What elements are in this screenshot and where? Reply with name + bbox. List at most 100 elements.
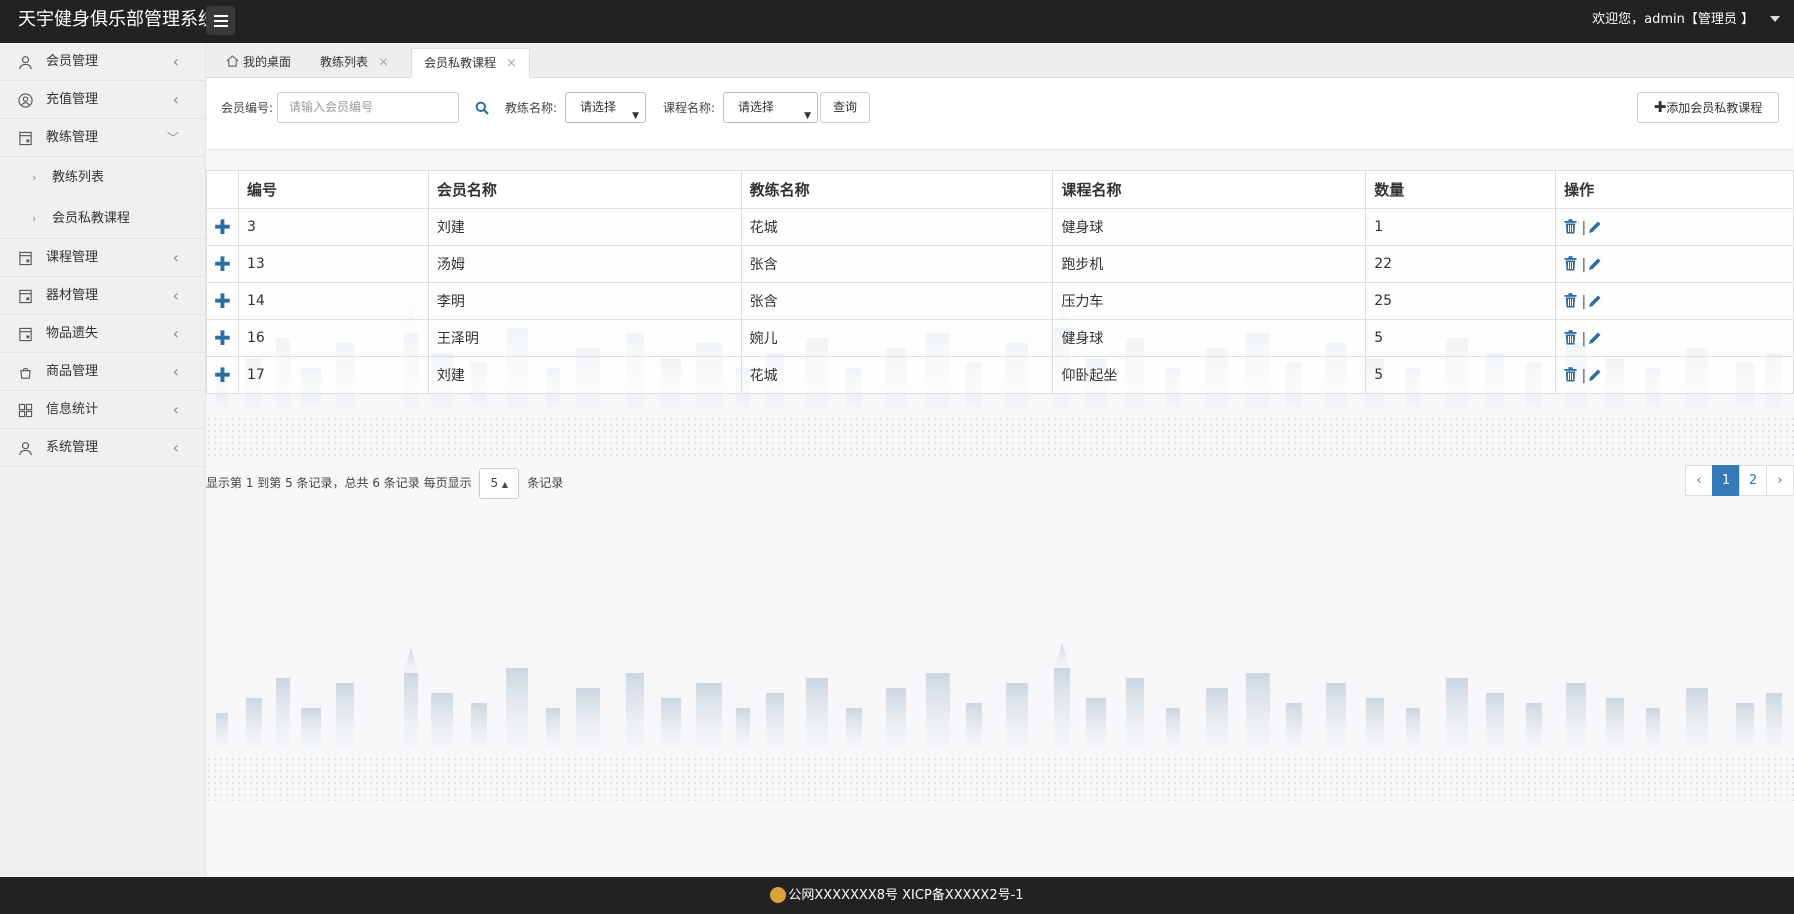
cell-id: 13 — [237, 245, 429, 283]
chevron-left-icon: ‹ — [172, 52, 179, 71]
sidebar-item-recharge[interactable]: 充值管理 ‹ — [0, 81, 205, 119]
column-header[interactable]: 教练名称 — [740, 170, 1054, 209]
page-button-2[interactable]: 2 — [1739, 465, 1767, 496]
table-header-row: 编号 会员名称 教练名称 课程名称 数量 操作 — [206, 170, 1794, 209]
expand-row-icon[interactable]: ✚ — [206, 245, 239, 283]
prev-page-button[interactable]: ‹ — [1685, 465, 1713, 496]
chevron-down-icon: ﹀ — [166, 131, 179, 145]
cell-qty: 1 — [1365, 208, 1557, 246]
column-header: 操作 — [1555, 170, 1794, 209]
sidebar-item-coach[interactable]: 教练管理 ﹀ — [0, 119, 205, 157]
footer: 公网XXXXXXX8号 XICP备XXXXX2号-1 — [0, 877, 1794, 914]
sidebar-item-label: 系统管理 — [46, 440, 99, 455]
member-course-table: 编号 会员名称 教练名称 课程名称 数量 操作 ✚ 3 刘建 花城 健身球 1 | ✚ 13 汤… — [206, 170, 1794, 394]
sidebar-item-label: 物品遗失 — [46, 326, 99, 341]
trash-icon[interactable] — [1564, 255, 1577, 271]
table-row: ✚ 13 汤姆 张含 跑步机 22 | — [206, 245, 1794, 283]
sidebar-item-label: 充值管理 — [46, 92, 99, 107]
edit-pencil-icon[interactable] — [1588, 368, 1602, 382]
expand-row-icon[interactable]: ✚ — [206, 356, 239, 394]
sidebar-subitem-coach-list[interactable]: › 教练列表 — [0, 157, 205, 198]
trash-icon[interactable] — [1564, 366, 1577, 382]
course-select[interactable]: 请选择 ▼ — [723, 92, 818, 123]
chevron-right-icon: › — [32, 171, 37, 184]
tab-label: 会员私教课程 — [424, 56, 497, 70]
sidebar-item-member[interactable]: 会员管理 ‹ — [0, 43, 205, 81]
caret-down-icon[interactable] — [1770, 16, 1780, 22]
chevron-down-icon: ▼ — [632, 111, 639, 121]
plus-icon: ✚ — [1653, 98, 1667, 116]
edit-pencil-icon[interactable] — [1588, 331, 1602, 345]
cell-course: 仰卧起坐 — [1052, 356, 1367, 394]
dotted-band — [206, 416, 1794, 456]
query-button[interactable]: 查询 — [820, 92, 870, 123]
cell-member: 李明 — [427, 282, 742, 320]
column-header[interactable]: 会员名称 — [427, 170, 742, 209]
close-icon[interactable]: × — [506, 56, 517, 71]
column-header[interactable]: 数量 — [1365, 170, 1557, 209]
user-icon — [19, 442, 32, 456]
sidebar: 会员管理 ‹ 充值管理 ‹ 教练管理 ﹀ › 教练列表 › 会员私教课程 课程管… — [0, 43, 206, 877]
page-size-value: 5 — [490, 476, 499, 490]
trash-icon[interactable] — [1564, 292, 1577, 308]
top-header: 天宇健身俱乐部管理系统 欢迎您，admin【管理员 】 — [0, 0, 1794, 43]
pagination-suffix-text: 条记录 — [527, 476, 564, 490]
table-row: ✚ 16 王泽明 婉儿 健身球 5 | — [206, 319, 1794, 357]
expand-row-icon[interactable]: ✚ — [206, 282, 239, 320]
tab-label: 我的桌面 — [243, 55, 292, 69]
page-size-dropdown[interactable]: 5 ▲ — [479, 468, 520, 499]
sidebar-item-course[interactable]: 课程管理 ‹ — [0, 239, 205, 277]
column-header[interactable]: 编号 — [237, 170, 429, 209]
action-separator: | — [1581, 256, 1587, 273]
tab-member-course[interactable]: 会员私教课程 × — [411, 48, 530, 78]
menu-toggle-button[interactable] — [206, 6, 235, 35]
search-icon[interactable] — [475, 101, 489, 115]
user-greeting[interactable]: 欢迎您，admin【管理员 】 — [1592, 0, 1754, 43]
coach-select[interactable]: 请选择 ▼ — [565, 92, 646, 123]
expand-row-icon[interactable]: ✚ — [206, 208, 239, 246]
sidebar-item-label: 信息统计 — [46, 402, 99, 417]
cell-id: 16 — [237, 319, 429, 357]
sidebar-item-label: 教练管理 — [46, 130, 99, 145]
cell-id: 14 — [237, 282, 429, 320]
edit-pencil-icon[interactable] — [1588, 294, 1602, 308]
trash-icon[interactable] — [1564, 218, 1577, 234]
edit-pencil-icon[interactable] — [1588, 257, 1602, 271]
coach-label: 教练名称: — [505, 101, 558, 115]
tab-desktop[interactable]: 我的桌面 — [214, 48, 303, 78]
tab-bar: 我的桌面 教练列表 × 会员私教课程 × — [206, 43, 1794, 78]
trash-icon[interactable] — [1564, 329, 1577, 345]
action-separator: | — [1581, 293, 1587, 310]
cell-id: 3 — [237, 208, 429, 246]
action-separator: | — [1581, 219, 1587, 236]
cell-course: 健身球 — [1052, 208, 1367, 246]
expand-row-icon[interactable]: ✚ — [206, 319, 239, 357]
chevron-right-icon: › — [32, 212, 37, 225]
cell-coach: 婉儿 — [740, 319, 1054, 357]
add-member-course-button[interactable]: ✚添加会员私教课程 — [1637, 92, 1779, 123]
sidebar-subitem-member-course[interactable]: › 会员私教课程 — [0, 198, 205, 239]
footer-text: 公网XXXXXXX8号 XICP备XXXXX2号-1 — [788, 888, 1024, 903]
sidebar-item-system[interactable]: 系统管理 ‹ — [0, 429, 205, 467]
sidebar-item-stats[interactable]: 信息统计 ‹ — [0, 391, 205, 429]
cell-coach: 花城 — [740, 208, 1054, 246]
tab-coach-list[interactable]: 教练列表 × — [308, 48, 401, 78]
member-no-input[interactable]: 请输入会员编号 — [277, 92, 459, 123]
edit-pencil-icon[interactable] — [1588, 220, 1602, 234]
next-page-button[interactable]: › — [1766, 465, 1794, 496]
sidebar-item-label: 会员管理 — [46, 54, 99, 69]
page-button-1[interactable]: 1 — [1712, 465, 1740, 496]
close-icon[interactable]: × — [378, 55, 389, 70]
table-row: ✚ 3 刘建 花城 健身球 1 | — [206, 208, 1794, 246]
sidebar-item-goods[interactable]: 商品管理 ‹ — [0, 353, 205, 391]
column-header[interactable]: 课程名称 — [1052, 170, 1367, 209]
sidebar-item-label: 课程管理 — [46, 250, 99, 265]
cell-coach: 花城 — [740, 356, 1054, 394]
tab-label: 教练列表 — [320, 55, 369, 69]
sidebar-item-equipment[interactable]: 器材管理 ‹ — [0, 277, 205, 315]
sidebar-item-lost[interactable]: 物品遗失 ‹ — [0, 315, 205, 353]
cell-course: 健身球 — [1052, 319, 1367, 357]
pagination-info-text: 显示第 1 到第 5 条记录，总共 6 条记录 每页显示 — [206, 476, 472, 490]
add-button-label: 添加会员私教课程 — [1666, 101, 1763, 115]
chevron-left-icon: ‹ — [172, 286, 179, 305]
